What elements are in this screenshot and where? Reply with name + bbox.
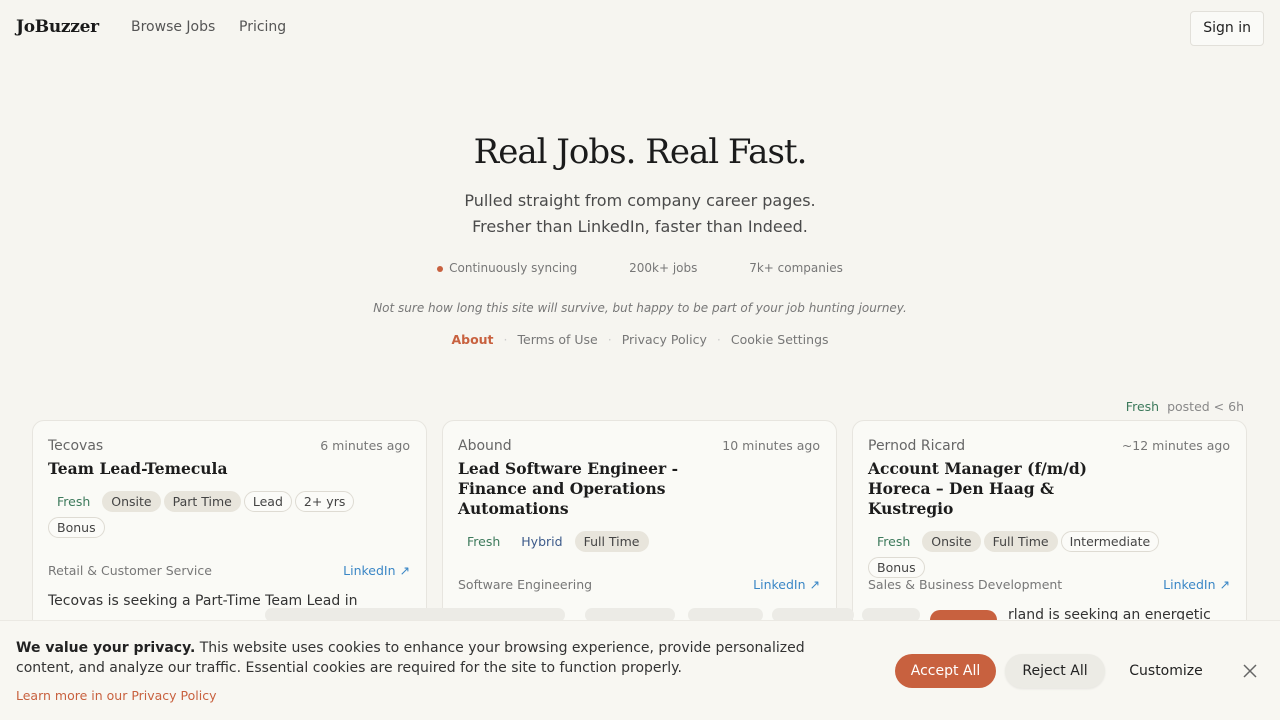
- job-title[interactable]: Account Manager (f/m/d) Horeca – Den Haa…: [868, 459, 1098, 519]
- job-title[interactable]: Team Lead-Temecula: [48, 459, 328, 479]
- companies-count: 7k+ companies: [749, 261, 843, 275]
- tag-list: Fresh Hybrid Full Time: [458, 531, 788, 557]
- legend-text: posted < 6h: [1167, 399, 1244, 414]
- linkedin-link[interactable]: LinkedIn ↗: [343, 563, 410, 578]
- privacy-link[interactable]: Privacy Policy: [622, 332, 707, 347]
- legend-fresh: Fresh: [1125, 399, 1160, 414]
- job-category: Sales & Business Development: [868, 577, 1063, 592]
- reject-all-button[interactable]: Reject All: [1005, 654, 1105, 688]
- company-name: Pernod Ricard: [868, 438, 966, 454]
- tag-list: Fresh Onsite Full Time Intermediate Bonus: [868, 531, 1198, 583]
- company-name: Tecovas: [48, 438, 104, 454]
- tag-intermediate: Intermediate: [1060, 531, 1160, 552]
- cookie-message: We value your privacy. This website uses…: [16, 640, 805, 676]
- tag-onsite: Onsite: [922, 531, 981, 552]
- tag-onsite: Onsite: [102, 491, 161, 512]
- fresh-legend: Fresh posted < 6h: [1126, 399, 1244, 414]
- job-title[interactable]: Lead Software Engineer - Finance and Ope…: [458, 459, 738, 519]
- linkedin-link[interactable]: LinkedIn ↗: [753, 577, 820, 592]
- hero-subtitle-line-1: Pulled straight from company career page…: [464, 191, 816, 210]
- tag-experience: 2+ yrs: [294, 491, 355, 512]
- accept-all-button[interactable]: Accept All: [895, 654, 996, 688]
- tag-lead: Lead: [243, 491, 292, 512]
- tag-full-time: Full Time: [574, 531, 649, 552]
- logo[interactable]: JoBuzzer: [16, 17, 99, 37]
- linkedin-link[interactable]: LinkedIn ↗: [1163, 577, 1230, 592]
- footer-links: About · Terms of Use · Privacy Policy · Cookie…: [451, 332, 829, 347]
- job-description: Tecovas is seeking a Part-Time Team Lead…: [48, 593, 358, 609]
- tag-part-time: Part Time: [163, 491, 241, 512]
- tag-hybrid: Hybrid: [521, 534, 563, 549]
- terms-link[interactable]: Terms of Use: [518, 332, 598, 347]
- customize-button[interactable]: Customize: [1117, 654, 1215, 688]
- top-nav: JoBuzzer Browse Jobs Pricing Sign in: [0, 0, 1280, 56]
- posted-time: ~12 minutes ago: [1121, 438, 1230, 453]
- tag-list: Fresh Onsite Part Time Lead 2+ yrs Bonus: [48, 491, 378, 543]
- close-icon[interactable]: [1240, 661, 1260, 681]
- tag-fresh: Fresh: [877, 534, 911, 549]
- sign-in-button[interactable]: Sign in: [1190, 11, 1264, 46]
- posted-time: 10 minutes ago: [722, 438, 820, 453]
- hero-title: Real Jobs. Real Fast.: [473, 132, 808, 172]
- tagline: Not sure how long this site will survive…: [373, 301, 907, 315]
- cookie-banner: We value your privacy. This website uses…: [0, 620, 1280, 720]
- job-category: Retail & Customer Service: [48, 563, 212, 578]
- company-name: Abound: [458, 438, 512, 454]
- job-category: Software Engineering: [458, 577, 593, 592]
- hero-subtitle-line-2: Fresher than LinkedIn, faster than Indee…: [472, 217, 808, 236]
- jobs-count: 200k+ jobs: [629, 261, 698, 275]
- tag-bonus: Bonus: [868, 557, 925, 578]
- posted-time: 6 minutes ago: [320, 438, 410, 453]
- nav-browse-jobs[interactable]: Browse Jobs: [131, 19, 215, 35]
- live-dot-icon: [437, 265, 444, 272]
- stats-row: Continuously syncing 200k+ jobs 7k+ comp…: [0, 261, 1280, 275]
- privacy-policy-link[interactable]: Learn more in our Privacy Policy: [16, 688, 217, 703]
- tag-fresh: Fresh: [467, 534, 501, 549]
- tag-bonus: Bonus: [48, 517, 105, 538]
- tag-full-time: Full Time: [983, 531, 1058, 552]
- sync-status: Continuously syncing: [437, 261, 577, 275]
- cookie-settings-link[interactable]: Cookie Settings: [731, 332, 829, 347]
- nav-pricing[interactable]: Pricing: [239, 19, 286, 35]
- about-link[interactable]: About: [451, 332, 493, 347]
- tag-fresh: Fresh: [57, 494, 91, 509]
